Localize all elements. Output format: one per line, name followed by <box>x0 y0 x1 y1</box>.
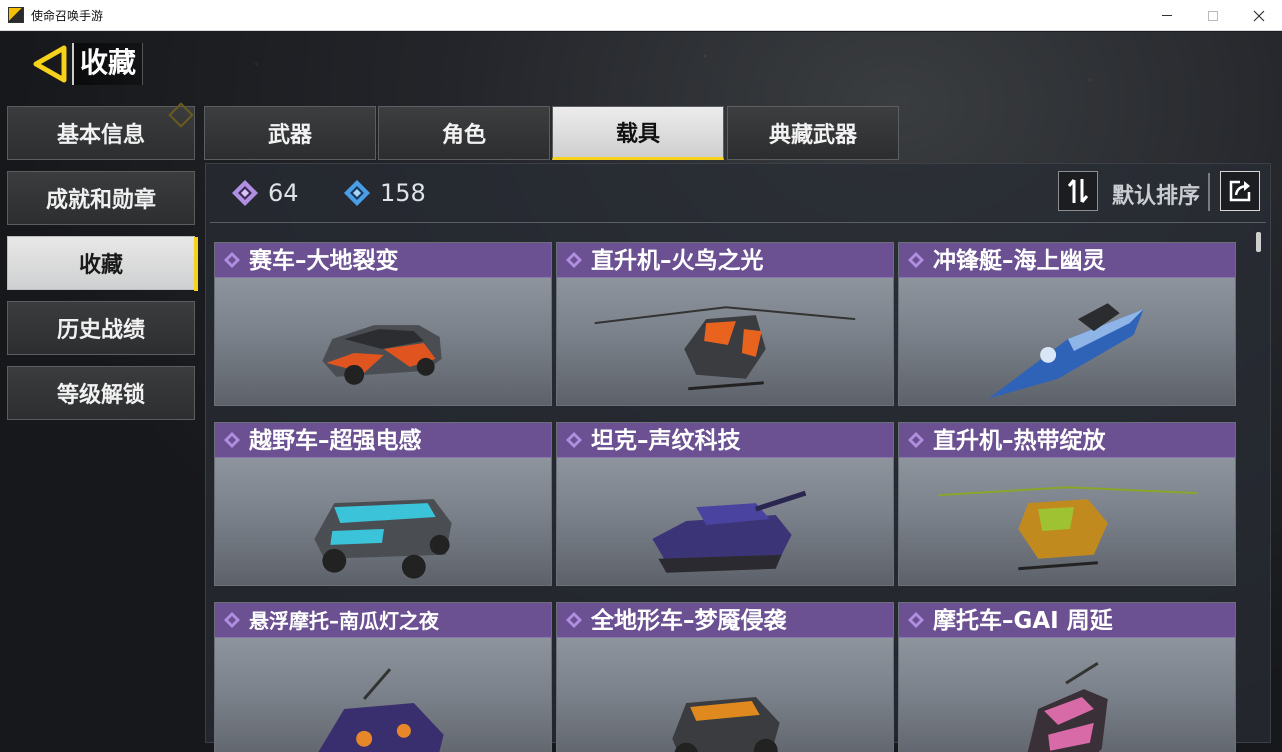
card-title: 越野车–超强电感 <box>249 428 422 454</box>
purple-diamond-icon <box>232 180 258 206</box>
back-arrow-icon <box>33 45 67 83</box>
card-title: 赛车–大地裂变 <box>249 248 399 274</box>
sidebar-item-history[interactable]: 历史战绩 <box>7 301 195 355</box>
maximize-icon <box>1208 10 1218 21</box>
page-title: 收藏 <box>72 43 144 85</box>
helicopter-icon <box>938 486 1198 571</box>
rarity-diamond-icon <box>908 252 924 268</box>
rarity-diamond-icon <box>908 432 924 448</box>
sidebar-item-level-unlock[interactable]: 等级解锁 <box>7 366 195 420</box>
card-title: 直升机–热带绽放 <box>933 428 1106 454</box>
back-button[interactable] <box>30 44 70 84</box>
tab-weapons[interactable]: 武器 <box>204 106 376 160</box>
card-header: 摩托车–GAI 周延 <box>899 603 1235 638</box>
card-header: 直升机–热带绽放 <box>899 423 1235 458</box>
speedboat-icon <box>988 303 1144 399</box>
app-icon <box>8 7 24 23</box>
offroad-car-icon <box>314 499 452 579</box>
card-header: 全地形车–梦魇侵袭 <box>557 603 893 638</box>
sort-button[interactable] <box>1058 171 1098 211</box>
rarity-diamond-icon <box>566 612 582 628</box>
card-title: 直升机–火鸟之光 <box>591 248 764 274</box>
card-title: 悬浮摩托–南瓜灯之夜 <box>249 609 439 633</box>
sort-updown-icon <box>1067 179 1089 203</box>
card-title: 坦克–声纹科技 <box>591 428 741 454</box>
blue-diamond-icon <box>344 180 370 206</box>
blue-count: 158 <box>380 179 426 207</box>
tab-characters[interactable]: 角色 <box>378 106 550 160</box>
sort-label[interactable]: 默认排序 <box>1112 178 1200 210</box>
minimize-button[interactable] <box>1144 0 1190 31</box>
panel-divider <box>210 222 1266 223</box>
close-icon <box>1253 10 1265 21</box>
card-header: 直升机–火鸟之光 <box>557 243 893 278</box>
game-screen: 收藏 基本信息 成就和勋章 收藏 历史战绩 等级解锁 武器 角色 载具 典藏武器… <box>0 32 1282 752</box>
rarity-diamond-icon <box>224 432 240 448</box>
sidebar-item-achievements[interactable]: 成就和勋章 <box>7 171 195 225</box>
rarity-diamond-icon <box>224 252 240 268</box>
rarity-diamond-icon <box>908 612 924 628</box>
window-titlebar: 使命召唤手游 <box>0 0 1282 31</box>
sidebar-item-collection[interactable]: 收藏 <box>7 236 198 291</box>
toolbar-divider <box>1208 173 1210 211</box>
card-title: 冲锋艇–海上幽灵 <box>933 248 1106 274</box>
race-car-icon <box>322 325 442 385</box>
atv-icon <box>672 697 780 752</box>
helicopter-icon <box>594 306 856 391</box>
tab-collector-weapons[interactable]: 典藏武器 <box>727 106 899 160</box>
motorcycle-icon <box>1027 661 1108 752</box>
card-header: 悬浮摩托–南瓜灯之夜 <box>215 603 551 638</box>
scrollbar-thumb[interactable] <box>1256 232 1261 252</box>
vehicle-card[interactable]: 越野车–超强电感 <box>214 422 552 586</box>
share-button[interactable] <box>1220 171 1260 211</box>
minimize-icon <box>1162 15 1172 16</box>
share-icon <box>1229 180 1251 202</box>
maximize-button[interactable] <box>1190 0 1236 31</box>
vehicle-card[interactable]: 悬浮摩托–南瓜灯之夜 <box>214 602 552 752</box>
purple-count: 64 <box>268 179 299 207</box>
vehicle-card[interactable]: 直升机–热带绽放 <box>898 422 1236 586</box>
hover-bike-icon <box>318 668 444 752</box>
blue-rarity-stat: 158 <box>342 177 426 209</box>
vehicle-card[interactable]: 赛车–大地裂变 <box>214 242 552 406</box>
card-title: 摩托车–GAI 周延 <box>933 608 1113 634</box>
card-header: 越野车–超强电感 <box>215 423 551 458</box>
tab-vehicles[interactable]: 载具 <box>552 106 724 160</box>
vehicle-card[interactable]: 直升机–火鸟之光 <box>556 242 894 406</box>
tank-icon <box>652 490 807 573</box>
vehicle-card[interactable]: 全地形车–梦魇侵袭 <box>556 602 894 752</box>
vehicle-card[interactable]: 摩托车–GAI 周延 <box>898 602 1236 752</box>
card-header: 冲锋艇–海上幽灵 <box>899 243 1235 278</box>
vehicle-card[interactable]: 冲锋艇–海上幽灵 <box>898 242 1236 406</box>
close-button[interactable] <box>1236 0 1282 31</box>
card-title: 全地形车–梦魇侵袭 <box>591 608 787 634</box>
window-title: 使命召唤手游 <box>31 9 104 23</box>
sidebar-item-basic-info[interactable]: 基本信息 <box>7 106 195 160</box>
rarity-diamond-icon <box>566 252 582 268</box>
rarity-diamond-icon <box>566 432 582 448</box>
card-header: 坦克–声纹科技 <box>557 423 893 458</box>
rarity-diamond-icon <box>224 612 240 628</box>
vehicle-card[interactable]: 坦克–声纹科技 <box>556 422 894 586</box>
card-header: 赛车–大地裂变 <box>215 243 551 278</box>
purple-rarity-stat: 64 <box>230 177 299 209</box>
